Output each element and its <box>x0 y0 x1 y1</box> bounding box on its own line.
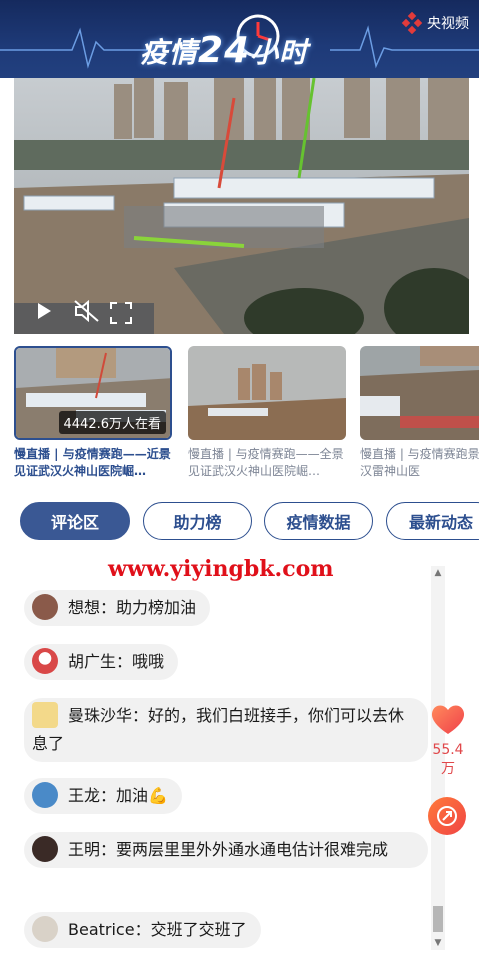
comment-text: 哦哦 <box>132 652 165 671</box>
comment-item: Beatrice：交班了交班了 <box>24 912 261 948</box>
comment-author: 想想 <box>68 598 101 617</box>
comment-item: 王明：要两层里里外外通水通电估计很难完成 <box>24 832 428 868</box>
comment-text: 交班了交班了 <box>150 920 247 939</box>
stream-thumbnail-image: 4442.6万人在看 <box>14 346 172 440</box>
avatar <box>32 781 58 808</box>
comment-text: 助力榜加油 <box>116 598 197 617</box>
comment-author: 胡广生 <box>68 652 117 671</box>
stream-caption: 慢直播 | 与疫情赛跑景直击武汉雷神山医 <box>360 447 479 478</box>
stream-thumbnail-1[interactable]: 4442.6万人在看 慢直播 | 与疫情赛跑——近景见证武汉火神山医院崛… <box>14 346 172 480</box>
stream-caption: 慢直播 | 与疫情赛跑——近景见证武汉火神山医院崛… <box>14 447 171 478</box>
scroll-up-icon[interactable]: ▲ <box>433 568 443 578</box>
comment-text: 要两层里里外外通水通电估计很难完成 <box>116 840 389 859</box>
watermark: www.yiyingbk.com <box>108 556 334 582</box>
comment-author: 王明 <box>68 840 101 859</box>
comment-list: www.yiyingbk.com 想想：助力榜加油 胡广生：哦哦 曼珠沙华：好的… <box>0 556 479 968</box>
comment-author: 曼珠沙华 <box>68 706 133 725</box>
avatar <box>32 647 58 674</box>
comment-author: 王龙 <box>68 786 101 805</box>
tab-latest-news[interactable]: 最新动态 <box>386 502 479 540</box>
comment-separator: ： <box>100 840 117 859</box>
comment-separator: ： <box>116 652 133 671</box>
like-button[interactable]: 55.4万 <box>426 702 470 778</box>
share-icon <box>437 806 457 826</box>
brand-name: 央视频 <box>427 16 469 32</box>
cctv-logo-icon <box>401 12 423 34</box>
tab-comments[interactable]: 评论区 <box>20 502 130 540</box>
comment-separator: ： <box>100 786 117 805</box>
comment-separator: ： <box>132 706 149 725</box>
section-tabs: 评论区 助力榜 疫情数据 最新动态 <box>20 502 479 540</box>
comment-item: 想想：助力榜加油 <box>24 590 211 626</box>
avatar <box>32 593 58 620</box>
stream-thumbnail-3[interactable]: 慢直播 | 与疫情赛跑景直击武汉雷神山医 <box>360 346 479 480</box>
comment-item: 王龙：加油💪 <box>24 778 182 814</box>
comment-text: 加油💪 <box>116 786 168 805</box>
like-count: 55.4万 <box>432 742 464 777</box>
scrollbar-thumb[interactable] <box>433 906 443 932</box>
live-stream-list: 4442.6万人在看 慢直播 | 与疫情赛跑——近景见证武汉火神山医院崛… 慢直… <box>14 346 479 486</box>
comment-separator: ： <box>134 920 151 939</box>
tab-support-ranking[interactable]: 助力榜 <box>143 502 252 540</box>
video-frame <box>14 78 469 334</box>
cctv-logo: 央视频 <box>401 12 469 34</box>
stream-thumbnail-image <box>188 346 346 440</box>
avatar <box>32 915 58 942</box>
banner-title: 疫情24小时 <box>140 30 309 71</box>
comment-item: 曼珠沙华：好的，我们白班接手，你们可以去休息了 <box>24 698 428 762</box>
share-button[interactable] <box>428 797 466 835</box>
video-player[interactable] <box>14 78 469 334</box>
stream-caption: 慢直播 | 与疫情赛跑——全景见证武汉火神山医院崛… <box>188 447 344 478</box>
stream-thumbnail-2[interactable]: 慢直播 | 与疫情赛跑——全景见证武汉火神山医院崛… <box>188 346 346 480</box>
scroll-down-icon[interactable]: ▼ <box>433 938 443 948</box>
avatar <box>32 835 58 862</box>
avatar <box>32 701 58 728</box>
stream-thumbnail-image <box>360 346 479 440</box>
header-banner: 疫情24小时 央视频 <box>0 0 479 78</box>
comment-separator: ： <box>100 598 117 617</box>
heart-icon <box>431 705 465 734</box>
comment-author: Beatrice <box>68 920 135 939</box>
tab-epidemic-data[interactable]: 疫情数据 <box>264 502 373 540</box>
comment-item: 胡广生：哦哦 <box>24 644 179 680</box>
viewer-count: 4442.6万人在看 <box>58 411 166 434</box>
